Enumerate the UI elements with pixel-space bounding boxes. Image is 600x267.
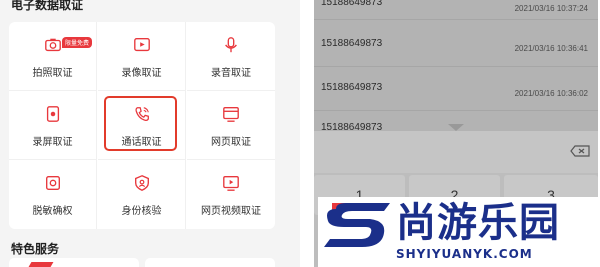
desensitize-icon <box>45 176 60 190</box>
record-time: 2021/03/16 10:37:24 <box>514 4 588 13</box>
grid-item-photo[interactable]: 拍照取证 限量免费 <box>9 22 97 91</box>
grid-item-label: 网页视频取证 <box>201 206 261 217</box>
record-phone: 15188649873 <box>321 38 383 49</box>
call-record-row[interactable]: 15188649873 2021/03/16 10:37:24 <box>314 0 598 24</box>
grid-item-video[interactable]: 录像取证 <box>98 22 186 91</box>
grid-item-web-video[interactable]: 网页视频取证 <box>187 160 275 229</box>
grid-item-webpage[interactable]: 网页取证 <box>187 91 275 160</box>
collapse-keyboard-icon[interactable] <box>448 124 464 131</box>
grid-item-label: 录像取证 <box>121 68 162 79</box>
section-title-evidence: 电子数据取证 <box>11 0 84 12</box>
record-phone: 15188649873 <box>321 82 383 93</box>
left-phone-screen: 电子数据取证 拍照取证 限量免费 录像取证 录音取证 录屏取证 通话取证 网页取… <box>0 0 300 267</box>
webpage-icon <box>223 107 239 122</box>
microphone-icon <box>225 37 237 53</box>
service-red-mark <box>28 262 54 267</box>
watermark-text-cn: 尚游乐园 <box>396 200 560 246</box>
record-phone: 15188649873 <box>321 0 383 8</box>
keyboard-toolbar <box>314 131 598 173</box>
grid-item-screen-record[interactable]: 录屏取证 <box>9 91 97 160</box>
camera-icon <box>44 38 61 52</box>
record-time: 2021/03/16 10:36:41 <box>514 44 588 53</box>
section-title-special-services: 特色服务 <box>11 242 60 256</box>
video-record-icon <box>133 38 150 52</box>
grid-item-label: 脱敏确权 <box>32 206 73 217</box>
grid-item-label: 录屏取证 <box>32 137 73 148</box>
row-divider <box>314 19 598 20</box>
grid-item-label: 身份核验 <box>121 206 162 217</box>
row-divider <box>314 66 598 67</box>
service-card[interactable] <box>145 258 275 267</box>
site-watermark: 尚游乐园 SHYIYUANYK.COM <box>318 197 600 267</box>
grid-item-label: 录音取证 <box>211 68 251 79</box>
grid-item-identity[interactable]: 身份核验 <box>98 160 186 229</box>
grid-item-desensitize[interactable]: 脱敏确权 <box>9 160 97 229</box>
web-video-icon <box>223 176 239 191</box>
record-phone: 15188649873 <box>321 122 383 130</box>
watermark-s-logo <box>324 203 390 247</box>
call-evidence-highlight-box <box>104 96 177 151</box>
grid-item-label: 拍照取证 <box>32 68 73 79</box>
screen-record-icon <box>46 106 59 122</box>
grid-item-label: 网页取证 <box>211 137 251 148</box>
row-divider <box>314 110 598 111</box>
watermark-text-en: SHYIYUANYK.COM <box>396 247 533 261</box>
backspace-icon[interactable] <box>570 145 590 157</box>
grid-item-audio[interactable]: 录音取证 <box>187 22 275 91</box>
free-badge: 限量免费 <box>62 37 93 48</box>
call-record-row[interactable]: 15188649873 2021/03/16 10:36:02 <box>314 68 598 108</box>
record-time: 2021/03/16 10:36:02 <box>514 89 588 98</box>
call-record-row[interactable]: 15188649873 2021/03/16 10:36:41 <box>314 24 598 64</box>
identity-verify-icon <box>134 175 149 191</box>
